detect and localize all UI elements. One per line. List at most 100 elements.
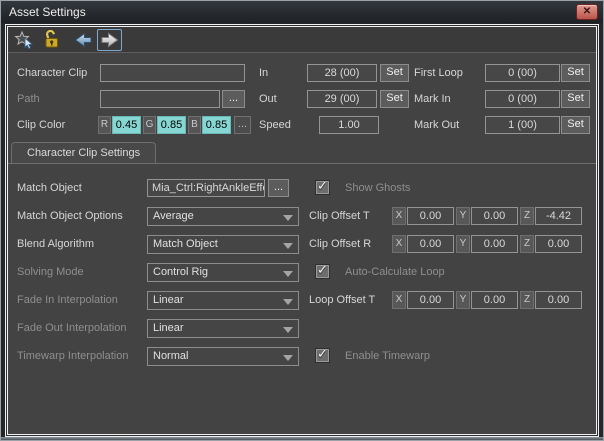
clip-color-g-label: G xyxy=(143,116,156,134)
fade-out-interpolation-label: Fade Out Interpolation xyxy=(17,322,127,334)
loop-offset-t-label: Loop Offset T xyxy=(309,294,376,306)
in-set-button[interactable]: Set xyxy=(380,64,409,82)
clip-offset-t-x-field[interactable]: 0.00 xyxy=(407,207,454,225)
match-object-browse-button[interactable]: ... xyxy=(268,179,289,197)
clip-offset-r-y-field[interactable]: 0.00 xyxy=(471,235,518,253)
client-frame: Character Clip In 28 (00) Set First Loop… xyxy=(5,24,599,437)
loop-offset-t-x-field[interactable]: 0.00 xyxy=(407,291,454,309)
dropdown-arrow-icon xyxy=(283,299,293,305)
mark-in-label: Mark In xyxy=(414,93,451,105)
back-button[interactable] xyxy=(70,29,95,51)
loop-offset-t-x-label[interactable]: X xyxy=(392,291,406,309)
first-loop-label: First Loop xyxy=(414,67,463,79)
path-field[interactable] xyxy=(100,90,220,108)
tab-character-clip-settings[interactable]: Character Clip Settings xyxy=(11,142,157,164)
mark-out-field[interactable]: 1 (00) xyxy=(485,116,560,134)
lock-button[interactable] xyxy=(39,29,64,51)
in-label: In xyxy=(259,67,269,79)
tab-divider xyxy=(8,163,596,164)
path-browse-button[interactable]: ... xyxy=(222,90,245,108)
titlebar[interactable]: Asset Settings ✕ xyxy=(1,1,603,23)
clip-offset-t-y-label[interactable]: Y xyxy=(456,207,470,225)
clip-offset-t-z-label[interactable]: Z xyxy=(520,207,534,225)
in-field[interactable]: 28 (00) xyxy=(307,64,377,82)
loop-offset-t-z-label[interactable]: Z xyxy=(520,291,534,309)
enable-timewarp-label: Enable Timewarp xyxy=(345,350,430,362)
dropdown-arrow-icon xyxy=(283,355,293,361)
clip-color-browse-button[interactable]: ... xyxy=(234,116,251,134)
first-loop-set-button[interactable]: Set xyxy=(561,64,590,82)
check-icon: ✓ xyxy=(317,346,328,361)
show-ghosts-label: Show Ghosts xyxy=(345,182,411,194)
fade-out-interpolation-dropdown[interactable]: Linear xyxy=(147,319,299,338)
unlock-icon xyxy=(45,30,58,48)
loop-offset-t-y-label[interactable]: Y xyxy=(456,291,470,309)
clip-offset-t-z-field[interactable]: -4.42 xyxy=(535,207,582,225)
window-title: Asset Settings xyxy=(9,5,86,19)
solving-mode-dropdown[interactable]: Control Rig xyxy=(147,263,299,282)
speed-field[interactable]: 1.00 xyxy=(319,116,379,134)
clip-color-g-field[interactable]: 0.85 xyxy=(157,116,186,134)
dropdown-arrow-icon xyxy=(283,327,293,333)
timewarp-interpolation-dropdown[interactable]: Normal xyxy=(147,347,299,366)
mark-in-set-button[interactable]: Set xyxy=(561,90,590,108)
match-object-field[interactable]: Mia_Ctrl:RightAnkleEffe... xyxy=(147,179,265,197)
path-label: Path xyxy=(17,93,40,105)
clip-color-label: Clip Color xyxy=(17,119,66,131)
match-object-options-value: Average xyxy=(153,210,194,222)
dropdown-arrow-icon xyxy=(283,271,293,277)
check-icon: ✓ xyxy=(317,262,328,277)
clip-color-r-field[interactable]: 0.45 xyxy=(112,116,141,134)
loop-offset-t-z-field[interactable]: 0.00 xyxy=(535,291,582,309)
mark-in-field[interactable]: 0 (00) xyxy=(485,90,560,108)
mark-out-label: Mark Out xyxy=(414,119,460,131)
enable-timewarp-checkbox[interactable]: ✓ xyxy=(316,346,329,362)
clip-color-b-field[interactable]: 0.85 xyxy=(202,116,231,134)
blend-algorithm-dropdown[interactable]: Match Object xyxy=(147,235,299,254)
forward-button[interactable] xyxy=(97,29,122,51)
clip-offset-r-x-field[interactable]: 0.00 xyxy=(407,235,454,253)
clip-offset-r-y-label[interactable]: Y xyxy=(456,235,470,253)
pick-favorite-button[interactable] xyxy=(11,29,36,51)
close-icon: ✕ xyxy=(582,6,592,17)
clip-offset-r-z-field[interactable]: 0.00 xyxy=(535,235,582,253)
character-clip-field[interactable] xyxy=(100,64,245,82)
out-set-button[interactable]: Set xyxy=(380,90,409,108)
clip-offset-t-y-field[interactable]: 0.00 xyxy=(471,207,518,225)
forward-arrow-icon xyxy=(101,32,118,48)
asset-settings-window: Asset Settings ✕ Character Clip In 28 (0… xyxy=(0,0,604,441)
back-arrow-icon xyxy=(74,32,91,48)
speed-label: Speed xyxy=(259,119,291,131)
clip-offset-r-z-label[interactable]: Z xyxy=(520,235,534,253)
fade-in-interpolation-dropdown[interactable]: Linear xyxy=(147,291,299,310)
clip-offset-r-x-label[interactable]: X xyxy=(392,235,406,253)
toolbar xyxy=(8,27,596,53)
clip-color-b-label: B xyxy=(188,116,201,134)
fade-in-interpolation-label: Fade In Interpolation xyxy=(17,294,118,306)
loop-offset-t-y-field[interactable]: 0.00 xyxy=(471,291,518,309)
character-clip-label: Character Clip xyxy=(17,67,88,79)
clip-offset-t-label: Clip Offset T xyxy=(309,210,370,222)
clip-color-r-label: R xyxy=(98,116,111,134)
blend-algorithm-value: Match Object xyxy=(153,238,218,250)
first-loop-field[interactable]: 0 (00) xyxy=(485,64,560,82)
client-area: Character Clip In 28 (00) Set First Loop… xyxy=(7,26,597,435)
fade-out-interpolation-value: Linear xyxy=(153,322,184,334)
match-object-options-dropdown[interactable]: Average xyxy=(147,207,299,226)
clip-offset-r-label: Clip Offset R xyxy=(309,238,372,250)
clip-offset-t-x-label[interactable]: X xyxy=(392,207,406,225)
close-button[interactable]: ✕ xyxy=(576,4,598,20)
show-ghosts-checkbox[interactable]: ✓ xyxy=(316,178,329,194)
solving-mode-label: Solving Mode xyxy=(17,266,84,278)
match-object-label: Match Object xyxy=(17,182,82,194)
star-pick-icon xyxy=(13,30,33,50)
check-icon: ✓ xyxy=(317,178,328,193)
fade-in-interpolation-value: Linear xyxy=(153,294,184,306)
solving-mode-value: Control Rig xyxy=(153,266,209,278)
timewarp-interpolation-label: Timewarp Interpolation xyxy=(17,350,129,362)
auto-calculate-loop-checkbox[interactable]: ✓ xyxy=(316,262,329,278)
out-field[interactable]: 29 (00) xyxy=(307,90,377,108)
auto-calculate-loop-label: Auto-Calculate Loop xyxy=(345,266,445,278)
dropdown-arrow-icon xyxy=(283,243,293,249)
mark-out-set-button[interactable]: Set xyxy=(561,116,590,134)
